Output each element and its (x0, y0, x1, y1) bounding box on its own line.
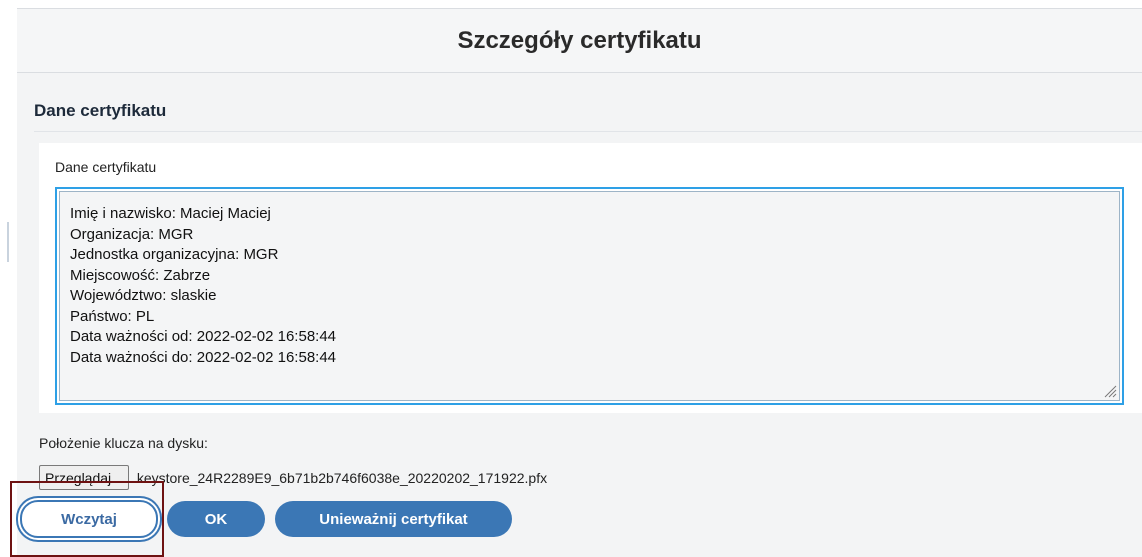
ok-button[interactable]: OK (167, 501, 265, 537)
cert-line-valid-to: Data ważności do: 2022-02-02 16:58:44 (70, 348, 337, 366)
cert-line-city: Miejscowość: Zabrze (70, 266, 211, 284)
certificate-data-label: Dane certyfikatu (55, 159, 157, 175)
cert-line-province: Województwo: slaskie (70, 287, 217, 304)
dialog-title-bar: Szczegóły certyfikatu (17, 8, 1142, 73)
section-title: Dane certyfikatu (34, 101, 167, 120)
load-button[interactable]: Wczytaj (20, 500, 158, 538)
cert-line-country: Państwo: PL (70, 307, 155, 325)
cert-line-name: Imię i nazwisko: Maciej Maciej (70, 205, 271, 222)
revoke-certificate-button[interactable]: Unieważnij certyfikat (275, 501, 512, 537)
dialog-title: Szczegóły certyfikatu (457, 26, 702, 54)
cert-line-unit: Jednostka organizacyjna: MGR (70, 246, 279, 263)
section-divider (34, 131, 1142, 132)
selected-file-name: keystore_24R2289E9_6b71b2b746f6038e_2022… (136, 469, 548, 486)
key-location-label: Położenie klucza na dysku: (39, 435, 208, 451)
certificate-data-box: Dane certyfikatu Imię i nazwisko: Maciej… (39, 143, 1142, 413)
cert-line-organization: Organizacja: MGR (70, 225, 194, 243)
window-edge-marker (7, 222, 9, 262)
resize-grip-icon[interactable] (1103, 384, 1117, 398)
certificate-data-textarea[interactable]: Imię i nazwisko: Maciej Maciej Organizac… (55, 187, 1124, 405)
certificate-panel: Dane certyfikatu Dane certyfikatu Imię i… (22, 83, 1142, 557)
certificate-data-content[interactable]: Imię i nazwisko: Maciej Maciej Organizac… (59, 191, 1120, 401)
cert-line-valid-from: Data ważności od: 2022-02-02 16:58:44 (70, 328, 337, 345)
certificate-details-dialog: Szczegóły certyfikatu Dane certyfikatu D… (17, 8, 1142, 557)
